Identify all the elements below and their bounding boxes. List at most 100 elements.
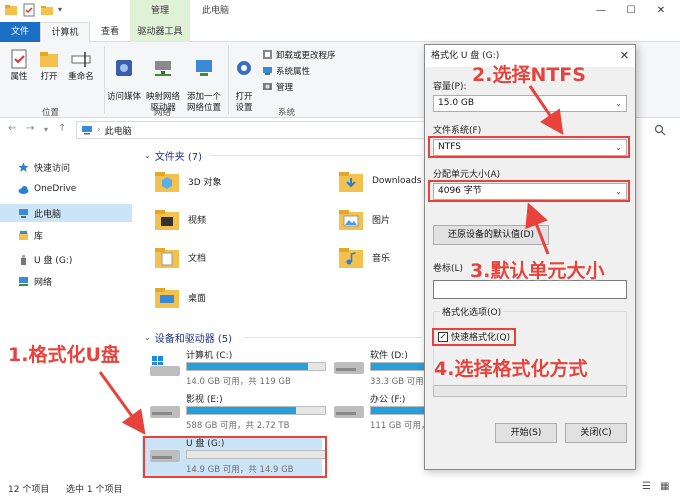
forward-arrow-icon[interactable]: → [26,123,34,134]
open-settings-button[interactable]: 打开 设置 [230,46,258,114]
format-progress-bar [433,385,627,397]
drives-section-header[interactable]: ⌄ 设备和驱动器 (5) [144,330,232,345]
cloud-icon [18,185,29,194]
title-bar: ▾ 管理 此电脑 — ☐ ✕ [0,0,680,22]
start-button[interactable]: 开始(S) [495,423,557,443]
window-title: 此电脑 [202,6,230,16]
format-options-legend: 格式化选项(O) [440,305,504,318]
tab-view[interactable]: 查看 [92,22,128,42]
highlight-file-system [428,136,630,158]
folder-downloads[interactable]: Downloads [338,168,421,194]
large-icons-view-icon[interactable]: ▦ [660,481,669,492]
close-dialog-button[interactable]: 关闭(C) [565,423,627,443]
documents-folder-icon [155,248,179,268]
minimize-button[interactable]: — [586,0,616,22]
sidebar-item-this-pc[interactable]: 此电脑 [0,204,132,222]
folder-videos[interactable]: 视频 [154,206,206,232]
search-icon[interactable] [654,124,666,136]
folder-documents[interactable]: 文档 [154,244,206,270]
open-button[interactable]: 打开 [36,48,62,83]
back-arrow-icon[interactable]: ← [8,123,16,134]
drive-usage-bar [186,362,326,371]
tab-drive-tools[interactable]: 驱动器工具 [130,22,190,42]
highlight-usb-drive [143,436,327,478]
map-network-drive-button[interactable]: 映射网络 驱动器 [144,46,182,114]
hard-drive-icon [334,406,364,418]
folder-desktop[interactable]: 桌面 [154,284,206,310]
close-window-button[interactable]: ✕ [646,0,676,22]
computer-icon [19,208,28,218]
folder-pictures[interactable]: 图片 [338,206,390,232]
downloads-folder-icon [339,172,363,192]
properties-button[interactable]: 属性 [6,48,32,83]
library-icon [19,230,28,240]
manage-tab[interactable]: 管理 [130,0,190,22]
dialog-close-icon[interactable]: ✕ [620,45,629,67]
quick-access-newfolder-icon[interactable] [40,3,54,17]
3d-objects-folder-icon [155,172,179,192]
restore-defaults-button[interactable]: 还原设备的默认值(D) [433,225,549,245]
pictures-folder-icon [339,210,363,230]
file-system-label: 文件系统(F) [433,126,482,136]
annotation-step-4: 4.选择格式化方式 [434,358,588,380]
quick-access-properties-icon[interactable] [22,3,36,17]
app-icon [5,5,17,15]
section-divider [210,155,422,156]
sidebar-item-quick-access[interactable]: 快速访问 [0,158,132,176]
add-location-icon [196,60,212,76]
media-icon [116,60,132,76]
hard-drive-icon [150,406,180,418]
gear-icon [237,61,251,75]
allocation-unit-label: 分配单元大小(A) [433,170,501,180]
collapse-chevron-icon[interactable]: ⌄ [144,333,151,342]
drive-c[interactable]: 计算机 (C:) 14.0 GB 可用，共 119 GB [142,348,326,390]
item-count: 12 个项目 [8,485,50,495]
system-properties-icon [263,67,272,75]
volume-label-label: 卷标(L) [433,264,464,274]
highlight-quick-format [432,328,516,346]
network-icon [19,276,28,286]
uninstall-programs-button[interactable]: 卸载或更改程序 [262,48,336,61]
sidebar-item-libraries[interactable]: 库 [0,226,132,244]
rename-button[interactable]: 重命名 [64,48,98,83]
section-divider [244,337,422,338]
system-properties-button[interactable]: 系统属性 [262,64,310,77]
drive-usage-bar [186,406,326,415]
breadcrumb-this-pc[interactable]: 此电脑 [105,124,132,137]
up-arrow-icon[interactable]: ↑ [58,123,66,134]
capacity-label: 容量(P): [433,82,467,92]
annotation-step-3: 3.默认单元大小 [470,260,605,282]
manage-button[interactable]: 管理 [262,80,293,93]
tab-computer[interactable]: 计算机 [40,22,90,43]
details-view-icon[interactable]: ☰ [642,481,651,492]
access-media-button[interactable]: 访问媒体 [106,46,142,103]
network-drive-icon [155,61,171,76]
address-box[interactable]: › 此电脑 [76,121,426,139]
capacity-select[interactable]: 15.0 GB ⌄ [433,95,627,112]
group-label-location: 位置 [42,108,60,118]
quick-access-dropdown-icon[interactable]: ▾ [58,3,72,17]
tab-file[interactable]: 文件 [0,22,40,42]
recent-dropdown-icon[interactable]: ▾ [44,125,48,134]
ribbon-tabs: 文件 计算机 查看 驱动器工具 [0,22,680,43]
highlight-allocation-unit [428,180,630,202]
folder-3d-objects[interactable]: 3D 对象 [154,168,222,194]
maximize-button[interactable]: ☐ [616,0,646,22]
sidebar-item-network[interactable]: 网络 [0,272,132,290]
folders-section-header[interactable]: ⌄ 文件夹 (7) [144,148,202,163]
sidebar-item-usb-drive[interactable]: U 盘 (G:) [0,250,132,268]
hard-drive-icon [334,362,364,374]
videos-folder-icon [155,210,179,230]
group-label-network: 网络 [154,108,172,118]
folder-music[interactable]: 音乐 [338,244,390,270]
drive-e[interactable]: 影视 (E:) 588 GB 可用，共 2.72 TB [142,392,326,434]
group-label-system: 系统 [278,108,296,118]
status-bar: 12 个项目 选中 1 个项目 ☰ ▦ [0,478,680,497]
group-separator [228,46,229,114]
add-network-location-button[interactable]: 添加一个 网络位置 [184,46,224,114]
star-icon [18,162,29,172]
collapse-chevron-icon[interactable]: ⌄ [144,151,151,160]
computer-icon [82,126,92,135]
sidebar-item-onedrive[interactable]: OneDrive [0,180,132,198]
format-options-group: 格式化选项(O) ✓ 快速格式化(Q) [433,305,627,395]
